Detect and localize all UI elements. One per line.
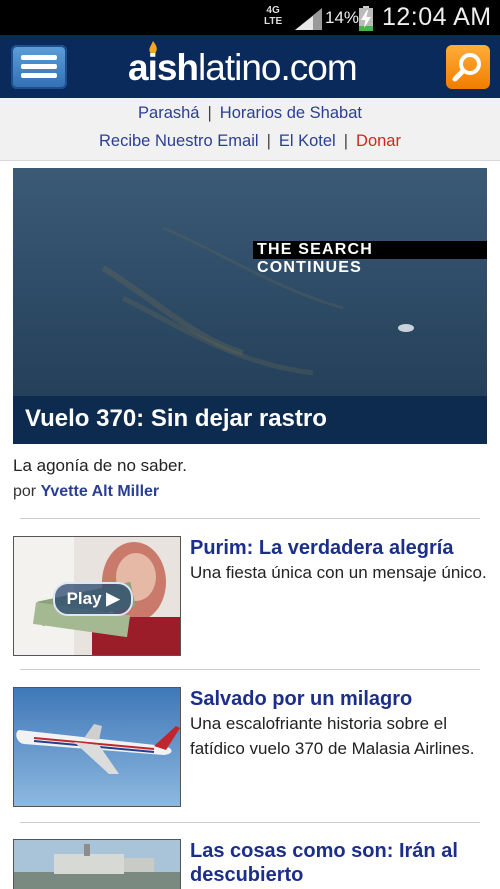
article-item[interactable]: Salvado por un milagro Una escalofriante… bbox=[13, 687, 487, 807]
nav-row: Recibe Nuestro Email | El Kotel | Donar bbox=[0, 132, 500, 151]
nav-separator: | bbox=[343, 132, 349, 150]
article-title[interactable]: Salvado por un milagro bbox=[190, 687, 487, 711]
article-thumbnail[interactable]: Play ▶ bbox=[13, 536, 181, 656]
article-thumbnail[interactable] bbox=[13, 839, 181, 889]
menu-bar bbox=[21, 64, 57, 69]
ship-image bbox=[14, 840, 180, 889]
divider bbox=[20, 669, 480, 670]
play-label: Play bbox=[66, 589, 102, 608]
nav-separator: | bbox=[266, 132, 271, 150]
article-item[interactable]: Las cosas como son: Irán al descubierto bbox=[13, 839, 487, 889]
nav-link-horarios[interactable]: Horarios de Shabat bbox=[220, 104, 362, 122]
video-caption: THE SEARCH CONTINUES bbox=[253, 241, 487, 276]
status-bar: 4G LTE 14% 12:04 AM bbox=[0, 0, 500, 35]
airplane-image bbox=[14, 688, 180, 806]
search-button[interactable] bbox=[446, 45, 490, 89]
menu-bar bbox=[21, 73, 57, 78]
nav-link-email[interactable]: Recibe Nuestro Email bbox=[99, 132, 259, 150]
nav-separator: | bbox=[207, 104, 212, 122]
byline-prefix: por bbox=[13, 483, 37, 500]
nav-link-parasha[interactable]: Parashá bbox=[138, 104, 199, 122]
nav-link-donar[interactable]: Donar bbox=[356, 132, 401, 150]
menu-bar bbox=[21, 55, 57, 60]
nav-row: Parashá | Horarios de Shabat bbox=[0, 104, 500, 123]
hero-title-bar: Vuelo 370: Sin dejar rastro bbox=[13, 396, 487, 444]
site-header: aishlatino.com bbox=[0, 35, 500, 98]
divider bbox=[20, 822, 480, 823]
hero-byline: por Yvette Alt Miller bbox=[13, 483, 159, 501]
nav-link-kotel[interactable]: El Kotel bbox=[279, 132, 336, 150]
signal-icon bbox=[295, 8, 322, 30]
article-description: Una fiesta única con un mensaje único. bbox=[190, 563, 487, 582]
search-icon bbox=[452, 53, 481, 82]
hero-teaser: La agonía de no saber. bbox=[13, 456, 187, 475]
top-nav: Parashá | Horarios de Shabat Recibe Nuestr… bbox=[0, 98, 500, 161]
article-description: Una escalofriante historia sobre el fatí… bbox=[190, 714, 475, 758]
article-thumbnail[interactable] bbox=[13, 687, 181, 807]
hero-title[interactable]: Vuelo 370: Sin dejar rastro bbox=[25, 405, 327, 433]
play-icon: ▶ bbox=[106, 589, 120, 608]
ocean-image bbox=[13, 168, 487, 396]
battery-percent: 14% bbox=[325, 8, 360, 27]
author-link[interactable]: Yvette Alt Miller bbox=[41, 483, 160, 500]
article-item[interactable]: Play ▶ Purim: La verdadera alegría Una f… bbox=[13, 536, 487, 656]
network-indicator: 4G LTE bbox=[264, 5, 283, 27]
site-logo[interactable]: aishlatino.com bbox=[128, 48, 358, 88]
article-title[interactable]: Purim: La verdadera alegría bbox=[190, 536, 487, 560]
hero-article[interactable]: THE SEARCH CONTINUES Vuelo 370: Sin deja… bbox=[13, 168, 487, 444]
battery-charging-icon bbox=[359, 6, 373, 31]
divider bbox=[20, 518, 480, 519]
clock: 12:04 AM bbox=[382, 3, 492, 31]
play-button[interactable]: Play ▶ bbox=[53, 582, 133, 616]
article-title[interactable]: Las cosas como son: Irán al descubierto bbox=[190, 839, 487, 887]
hamburger-menu-icon[interactable] bbox=[11, 45, 67, 89]
